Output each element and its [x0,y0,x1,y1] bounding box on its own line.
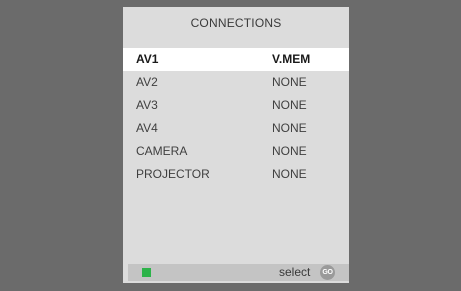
menu-row-av1[interactable]: AV1 V.MEM [123,48,349,71]
row-label: AV4 [136,121,158,135]
row-label: AV3 [136,98,158,112]
row-value: V.MEM [272,52,311,66]
row-value: NONE [272,75,307,89]
select-hint-label: select [279,265,311,279]
row-label: CAMERA [136,144,188,158]
green-key-icon[interactable] [142,268,151,277]
row-label: AV2 [136,75,158,89]
row-value: NONE [272,98,307,112]
menu-title: CONNECTIONS [190,16,282,30]
row-label: AV1 [136,52,159,66]
connections-list: AV1 V.MEM AV2 NONE AV3 NONE AV4 NONE CAM… [123,48,349,186]
menu-footer-bar: select GO [128,264,349,281]
row-value: NONE [272,121,307,135]
connections-menu-panel: CONNECTIONS AV1 V.MEM AV2 NONE AV3 NONE … [123,7,349,283]
row-value: NONE [272,167,307,181]
go-button-icon[interactable]: GO [320,265,335,280]
row-value: NONE [272,144,307,158]
menu-row-av3[interactable]: AV3 NONE [123,94,349,117]
menu-row-av4[interactable]: AV4 NONE [123,117,349,140]
menu-row-av2[interactable]: AV2 NONE [123,71,349,94]
row-label: PROJECTOR [136,167,210,181]
menu-row-camera[interactable]: CAMERA NONE [123,140,349,163]
menu-row-projector[interactable]: PROJECTOR NONE [123,163,349,186]
